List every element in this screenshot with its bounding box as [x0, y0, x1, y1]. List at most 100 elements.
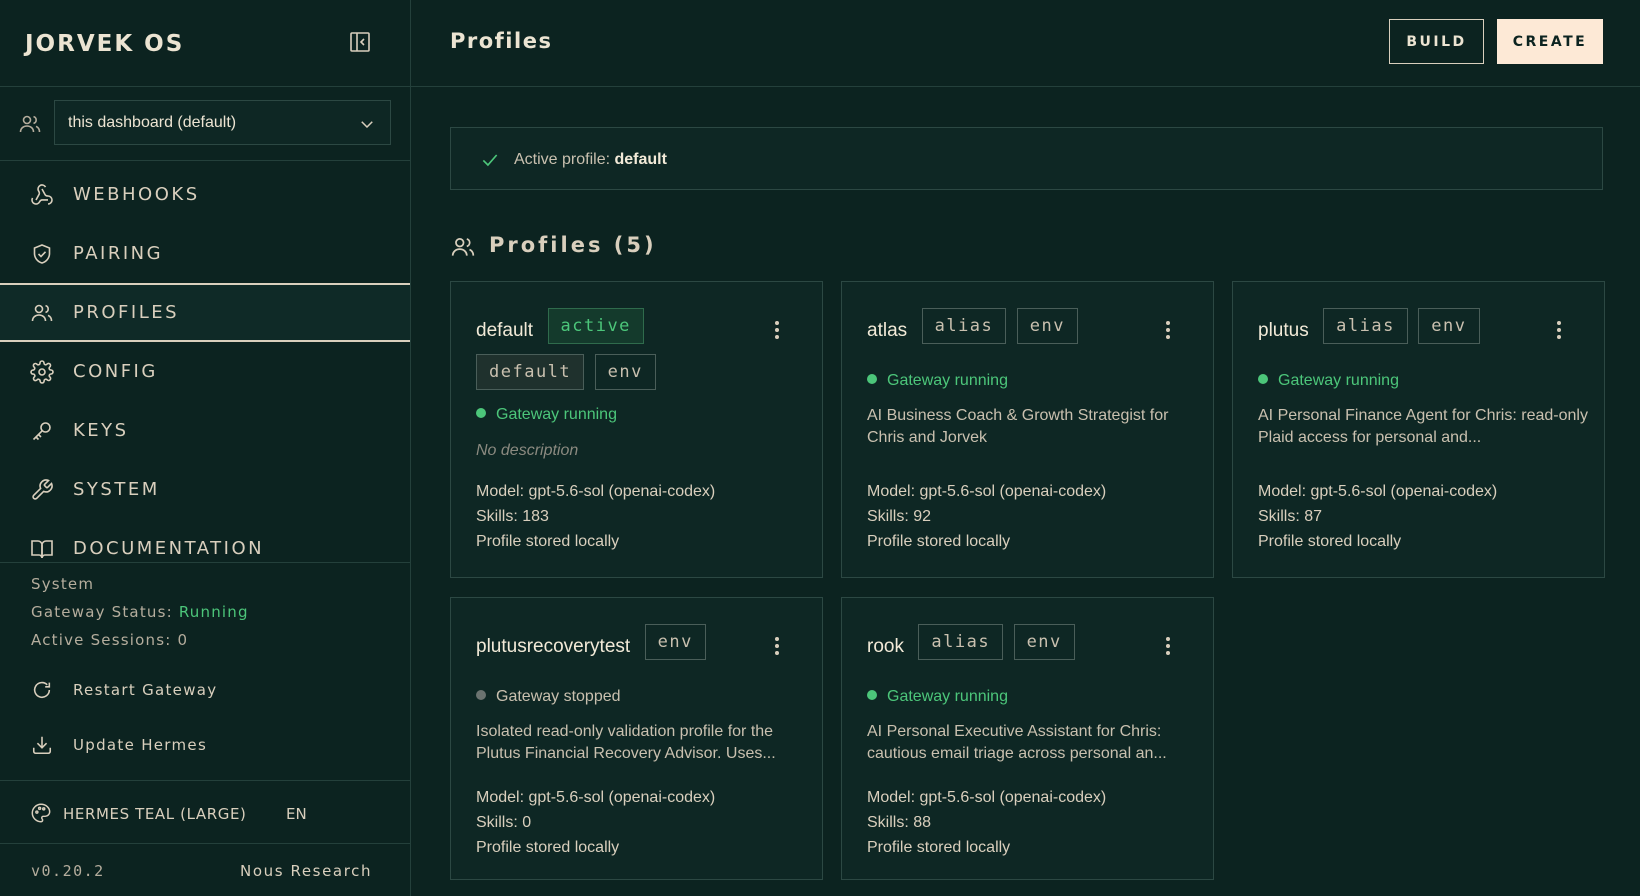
profile-storage: Profile stored locally [1258, 533, 1402, 550]
active-sessions: Active Sessions: 0 [31, 631, 188, 649]
profile-description: AI Personal Executive Assistant for Chri… [867, 723, 1167, 762]
card-header: atlas alias env [867, 308, 1137, 354]
profile-name: plutus [1258, 320, 1309, 341]
profile-meta: Model: gpt-5.6-sol (openai-codex) Skills… [867, 479, 1106, 554]
active-profile-banner: Active profile: default [450, 127, 1603, 190]
users-icon [450, 234, 476, 260]
status-dot [867, 690, 877, 700]
language-selector[interactable]: EN [286, 805, 307, 823]
nav-item-system[interactable]: SYSTEM [0, 460, 410, 519]
update-hermes-button[interactable]: Update Hermes [0, 726, 410, 766]
top-bar: Profiles BUILD CREATE [411, 0, 1640, 87]
active-sessions-value: 0 [177, 631, 189, 649]
profile-model: Model: gpt-5.6-sol (openai-codex) [476, 789, 716, 806]
profile-model: Model: gpt-5.6-sol (openai-codex) [1258, 483, 1498, 500]
tag-active: active [547, 308, 644, 344]
more-vertical-icon[interactable] [1556, 320, 1562, 340]
gateway-status-text: Gateway running [887, 372, 1008, 389]
nav-item-pairing[interactable]: PAIRING [0, 224, 410, 283]
profile-select[interactable]: this dashboard (default) [54, 100, 391, 145]
webhook-icon [30, 183, 54, 207]
more-vertical-icon[interactable] [1165, 320, 1171, 340]
restart-gateway-button[interactable]: Restart Gateway [0, 671, 410, 711]
collapse-sidebar-button[interactable] [348, 30, 372, 54]
profile-select-value: this dashboard (default) [68, 114, 237, 131]
palette-icon [30, 802, 52, 824]
system-heading: System [31, 575, 95, 593]
tag-alias: alias [1323, 308, 1408, 344]
status-dot [1258, 374, 1268, 384]
nav-item-profiles[interactable]: PROFILES [0, 283, 410, 342]
active-sessions-label: Active Sessions: [31, 631, 172, 649]
key-icon [30, 419, 54, 443]
gateway-status-text: Gateway running [887, 688, 1008, 705]
nav-label: WEBHOOKS [73, 184, 200, 205]
profile-storage: Profile stored locally [476, 839, 620, 856]
profile-name: atlas [867, 320, 908, 341]
more-vertical-icon[interactable] [1165, 636, 1171, 656]
profile-storage: Profile stored locally [867, 839, 1011, 856]
gateway-status: Gateway running [867, 372, 1008, 390]
profile-card[interactable]: plutus alias env Gateway running AI Pers… [1232, 281, 1605, 578]
users-icon [18, 112, 42, 136]
check-icon [480, 150, 500, 170]
book-icon [30, 537, 54, 561]
profile-switcher: this dashboard (default) [0, 87, 410, 161]
create-button[interactable]: CREATE [1497, 19, 1603, 64]
tag-alias: alias [918, 624, 1004, 660]
profile-meta: Model: gpt-5.6-sol (openai-codex) Skills… [476, 785, 715, 860]
sidebar: JORVEK OS this dashboard (default) WEBHO… [0, 0, 411, 896]
active-profile-prefix: Active profile: [514, 151, 611, 168]
update-hermes-label: Update Hermes [73, 736, 208, 754]
brand-row: JORVEK OS [0, 0, 410, 87]
gateway-status-text: Gateway running [1278, 372, 1399, 389]
more-vertical-icon[interactable] [774, 636, 780, 656]
wrench-icon [30, 478, 54, 502]
nav-item-webhooks[interactable]: WEBHOOKS [0, 165, 410, 224]
profile-description: AI Personal Finance Agent for Chris: rea… [1258, 407, 1588, 446]
gateway-status: Gateway running [1258, 372, 1399, 390]
gateway-status-value: Running [178, 603, 249, 621]
refresh-icon [31, 679, 53, 701]
profile-model: Model: gpt-5.6-sol (openai-codex) [476, 483, 716, 500]
profile-card[interactable]: rook alias env Gateway running AI Person… [841, 597, 1214, 880]
tag-env: env [1013, 624, 1075, 660]
page-title: Profiles [450, 29, 553, 53]
tag-env: env [644, 624, 706, 660]
profile-meta: Model: gpt-5.6-sol (openai-codex) Skills… [476, 479, 715, 554]
gateway-status-text: Gateway running [496, 406, 617, 423]
profile-storage: Profile stored locally [476, 533, 620, 550]
build-button[interactable]: BUILD [1389, 19, 1484, 64]
nav-label: KEYS [73, 420, 129, 441]
profiles-section-title: Profiles (5) [489, 233, 657, 257]
gateway-status-label: Gateway Status: [31, 603, 173, 621]
version-label: v0.20.2 [31, 862, 105, 880]
sidebar-collapse-icon [350, 32, 370, 52]
gateway-status: Gateway running [476, 406, 617, 424]
theme-selector[interactable]: HERMES TEAL (LARGE) [63, 805, 247, 823]
profile-skills: Skills: 88 [867, 814, 932, 831]
gear-icon [30, 360, 54, 384]
chevron-down-icon [358, 115, 376, 133]
more-vertical-icon[interactable] [774, 320, 780, 340]
profile-card[interactable]: atlas alias env Gateway running AI Busin… [841, 281, 1214, 578]
nav-item-config[interactable]: CONFIG [0, 342, 410, 401]
profile-card[interactable]: default active default env Gateway runni… [450, 281, 823, 578]
card-header: rook alias env [867, 624, 1137, 670]
profile-card[interactable]: plutusrecoverytest env Gateway stopped I… [450, 597, 823, 880]
theme-row: HERMES TEAL (LARGE) EN [0, 780, 410, 844]
profile-skills: Skills: 0 [476, 814, 532, 831]
card-header: default active default env [476, 308, 746, 400]
tag-env: env [594, 354, 656, 390]
nav-label: PAIRING [73, 243, 164, 264]
profile-skills: Skills: 87 [1258, 508, 1323, 525]
profile-name: default [476, 320, 534, 341]
tag-default: default [476, 354, 585, 390]
restart-gateway-label: Restart Gateway [73, 681, 218, 699]
gateway-status-text: Gateway stopped [496, 688, 621, 705]
gateway-status: Gateway stopped [476, 688, 621, 706]
nav-item-keys[interactable]: KEYS [0, 401, 410, 460]
shield-check-icon [30, 242, 54, 266]
nav-label: DOCUMENTATION [73, 538, 265, 559]
brand-logo: JORVEK OS [25, 31, 185, 57]
